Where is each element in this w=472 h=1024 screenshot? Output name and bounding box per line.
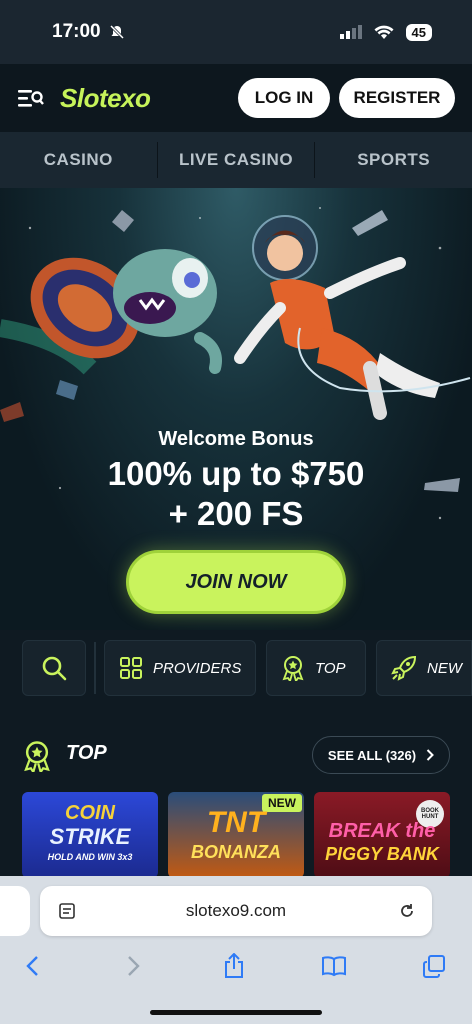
tab-casino[interactable]: CASINO [0,150,157,170]
bonus-headline-line-1: 100% up to $750 [107,455,365,492]
status-time: 17:00 [52,21,125,43]
see-all-button[interactable]: SEE ALL (326) [312,736,450,774]
game-tile[interactable]: BOOK HUNT BREAK the PIGGY BANK [314,792,450,878]
see-all-label: SEE ALL (326) [327,747,417,763]
back-button[interactable] [14,948,50,984]
tab-sports[interactable]: SPORTS [315,150,472,170]
providers-label: PROVIDERS [153,659,242,677]
game-subtitle: STRIKE [49,824,131,849]
search-icon [42,656,67,681]
clock: 17:00 [52,21,101,42]
welcome-bonus-banner[interactable]: Welcome Bonus 100% up to $750 + 200 FS J… [0,188,472,630]
game-title: COIN [65,802,115,824]
top-label: TOP [315,659,346,677]
mute-bell-icon [109,24,124,40]
browser-toolbar: slotexo9.com [0,876,472,1024]
back-arrow-icon [26,956,38,976]
bookmarks-button[interactable] [316,948,352,984]
game-subtitle: BONANZA [191,842,281,862]
forward-button[interactable] [116,948,152,984]
game-subtitle: PIGGY BANK [325,844,439,864]
status-bar: 17:00 45 [0,0,472,64]
new-filter[interactable]: NEW [376,640,472,696]
game-title: BREAK the [328,820,436,842]
share-icon [225,953,243,978]
medal-icon [24,741,50,772]
chip-divider [94,642,96,694]
top-section-header: TOP SEE ALL (326) [0,732,472,778]
bonus-headline: 100% up to $750 + 200 FS [0,454,472,534]
search-games-button[interactable] [22,640,86,696]
forward-arrow-icon [128,956,140,976]
game-tagline: HOLD AND WIN 3x3 [47,852,133,862]
tab-live-casino[interactable]: LIVE CASINO [158,150,315,170]
new-label: NEW [427,659,462,677]
bonus-headline-line-2: + 200 FS [168,495,304,532]
book-icon [322,956,346,977]
tabs-button[interactable] [416,948,452,984]
url-text: slotexo9.com [185,901,287,920]
rocket-icon [391,655,417,681]
brand-logo[interactable]: Slotexo [60,83,151,114]
join-now-button[interactable]: JOIN NOW [126,550,346,614]
share-button[interactable] [216,948,252,984]
bonus-subtitle: Welcome Bonus [158,428,314,450]
tabs-icon [423,955,445,978]
top-games-carousel: COIN STRIKE HOLD AND WIN 3x3 NEW TNT BON… [0,792,472,878]
game-tile[interactable]: NEW TNT BONANZA [168,792,304,878]
signal-icon [339,25,362,39]
register-button[interactable]: REGISTER [339,78,455,118]
battery-level: 45 [405,23,432,41]
site-header: Slotexo LOG IN REGISTER [0,64,472,132]
game-filters: PROVIDERS TOP NEW [0,640,472,698]
browser-tools [0,948,472,984]
game-tile[interactable]: COIN STRIKE HOLD AND WIN 3x3 [22,792,158,878]
medal-icon [282,656,304,681]
reload-icon[interactable] [398,902,416,920]
chevron-right-icon [426,749,434,761]
wifi-icon [374,25,394,39]
category-nav: CASINO LIVE CASINO SPORTS [0,132,472,188]
section-title: TOP [66,742,107,764]
login-button[interactable]: LOG IN [238,78,330,118]
previous-tab-preview[interactable] [0,886,30,936]
home-indicator [150,1010,322,1015]
providers-filter[interactable]: PROVIDERS [104,640,256,696]
menu-search-icon[interactable] [18,87,44,109]
address-bar[interactable]: slotexo9.com [40,886,432,936]
grid-icon [120,657,142,679]
game-title: TNT [206,806,266,839]
page-menu-icon[interactable] [58,902,76,920]
top-filter[interactable]: TOP [266,640,366,696]
